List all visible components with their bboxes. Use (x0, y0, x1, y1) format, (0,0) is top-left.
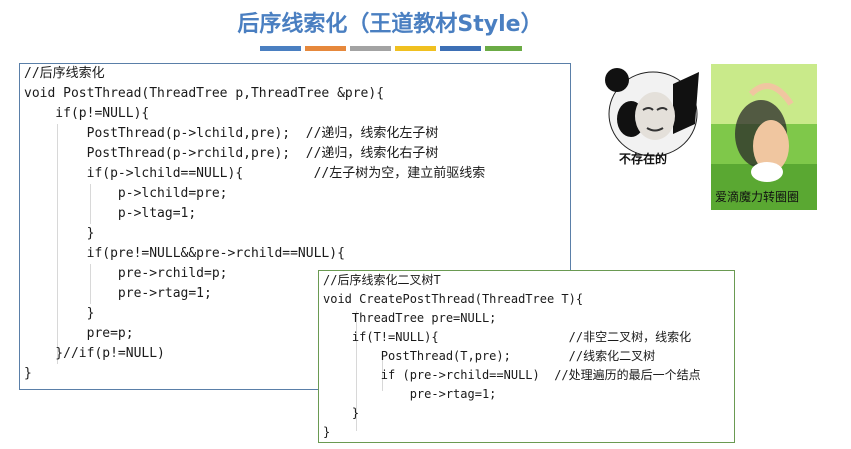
code-line: if(p!=NULL){ (24, 106, 150, 121)
code-line: PostThread(p->rchild,pre); //递归，线索化右子树 (24, 146, 439, 161)
code-line: PostThread(p->lchild,pre); //递归，线索化左子树 (24, 126, 439, 141)
code-line: } (323, 406, 360, 420)
color-bar-green (485, 46, 522, 51)
code-line: void PostThread(ThreadTree p,ThreadTree … (24, 86, 385, 101)
code-line: p->ltag=1; (24, 206, 197, 221)
code-line: } (24, 306, 95, 321)
color-bar-yellow (395, 46, 436, 51)
page-title: 后序线索化（王道教材Style） (237, 12, 543, 37)
panda-meme-image: 不存在的 (603, 64, 703, 170)
panda-meme-caption: 不存在的 (619, 152, 668, 166)
code-line: if(pre!=NULL&&pre->rchild==NULL){ (24, 246, 345, 261)
code-line: if(T!=NULL){ //非空二叉树，线索化 (323, 330, 692, 344)
code-line: pre->rtag=1; (24, 286, 212, 301)
code-line: //后序线索化 (24, 66, 105, 81)
color-bar-darkblue (440, 46, 481, 51)
code-line: void CreatePostThread(ThreadTree T){ (323, 292, 584, 306)
code-line: //后序线索化二叉树T (323, 273, 441, 287)
code-line: if (pre->rchild==NULL) //处理遍历的最后一个结点 (323, 368, 701, 382)
code-line: PostThread(T,pre); //线索化二叉树 (323, 349, 656, 363)
color-bar-orange (305, 46, 346, 51)
code-line: } (24, 226, 95, 241)
code-line: pre->rchild=p; (24, 266, 228, 281)
spinning-meme-image: 爱滴魔力转圈圈 (711, 64, 817, 210)
code-line: } (323, 425, 331, 439)
color-bar-gray (350, 46, 391, 51)
color-bar-blue (260, 46, 301, 51)
code-line: pre=p; (24, 326, 134, 341)
code-line: if(p->lchild==NULL){ //左子树为空，建立前驱线索 (24, 166, 486, 181)
code-line: }//if(p!=NULL) (24, 346, 165, 361)
spinning-meme-caption: 爱滴魔力转圈圈 (715, 190, 800, 204)
create-post-thread-code-panel: //后序线索化二叉树T void CreatePostThread(Thread… (318, 270, 735, 443)
code-line: ThreadTree pre=NULL; (323, 311, 497, 325)
code-line: } (24, 366, 32, 381)
code-line: pre->rtag=1; (323, 387, 497, 401)
code-line: p->lchild=pre; (24, 186, 228, 201)
